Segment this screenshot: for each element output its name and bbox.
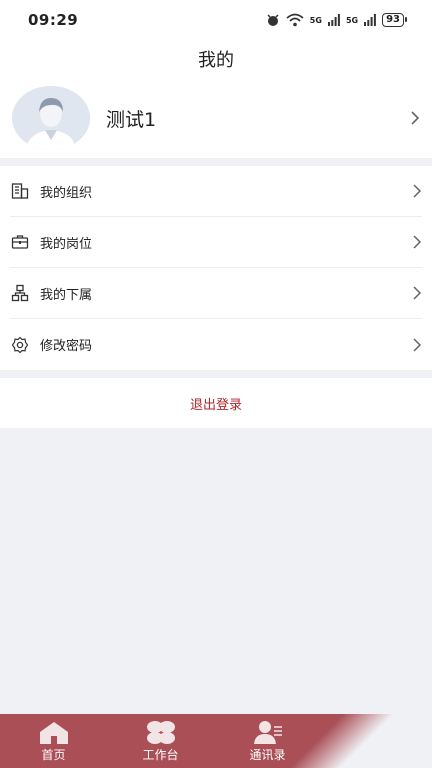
menu-label: 我的下属 [40, 287, 93, 303]
tabbar-overlay [282, 714, 432, 768]
status-icons: 5G 5G 93 [266, 13, 407, 27]
status-bar: 09:29 5G 5G 93 [0, 0, 432, 40]
menu-list: 我的组织 我的岗位 我的下属 修改密码 [0, 166, 432, 370]
tab-label: 通讯录 [249, 748, 286, 762]
profile-row[interactable]: 测试1 [0, 78, 432, 158]
menu-item-organization[interactable]: 我的组织 [10, 166, 422, 217]
home-icon [39, 722, 68, 744]
avatar-person-icon [12, 86, 90, 150]
chevron-right-icon [413, 235, 422, 249]
tab-workbench[interactable]: 工作台 [107, 714, 214, 768]
tab-label: 首页 [41, 748, 66, 762]
gear-icon [10, 335, 30, 355]
signal-icon [364, 14, 376, 26]
signal-icon [327, 14, 340, 26]
chevron-right-icon [413, 184, 422, 198]
alarm-icon [267, 14, 279, 26]
network-label-2: 5G [345, 15, 359, 25]
logout-label: 退出登录 [189, 397, 242, 413]
tab-home[interactable]: 首页 [0, 714, 107, 768]
chevron-right-icon [413, 286, 422, 300]
workbench-icon [146, 721, 175, 744]
menu-item-change-password[interactable]: 修改密码 [10, 319, 422, 370]
chevron-right-icon [411, 111, 420, 125]
profile-name: 测试1 [106, 108, 157, 131]
menu-item-subordinates[interactable]: 我的下属 [10, 268, 422, 319]
page-title: 我的 [198, 50, 234, 71]
network-label-1: 5G [309, 15, 322, 25]
menu-label: 我的组织 [40, 185, 93, 201]
wifi-icon [286, 13, 304, 27]
tab-label: 工作台 [142, 748, 179, 762]
menu-label: 修改密码 [40, 339, 93, 354]
menu-item-position[interactable]: 我的岗位 [10, 217, 422, 268]
menu-label: 我的岗位 [40, 236, 93, 252]
bottom-tab-bar: 首页 工作台 通讯录 [0, 714, 432, 768]
contacts-icon [253, 721, 282, 744]
avatar [12, 86, 90, 150]
logout-button[interactable]: 退出登录 [0, 378, 432, 428]
building-icon [10, 181, 30, 201]
page-title-bar: 我的 [0, 40, 432, 78]
battery-indicator: 93 [382, 13, 407, 27]
briefcase-icon [10, 232, 30, 252]
chevron-right-icon [413, 337, 422, 352]
org-chart-icon [10, 283, 30, 303]
status-time: 09:29 [28, 11, 79, 29]
